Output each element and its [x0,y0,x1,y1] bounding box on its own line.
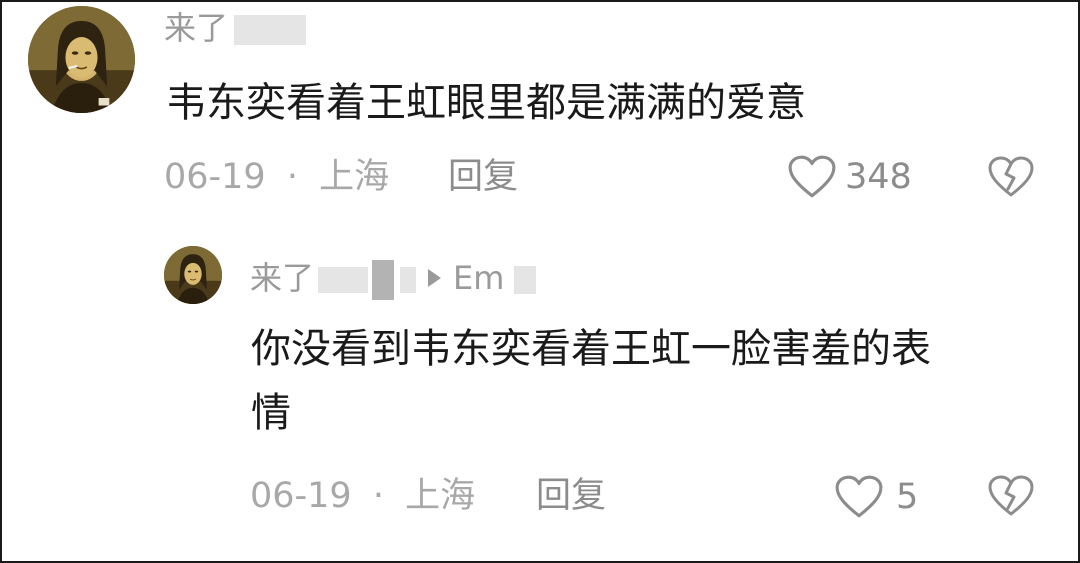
comment-date: 06-19 [164,157,266,197]
redacted-block [318,267,369,293]
comment-text: 韦东奕看着王虹眼里都是满满的爱意 [166,80,806,126]
reply-location: 上海 [405,476,476,516]
redacted-block [372,260,395,300]
like-button[interactable]: 348 [787,152,912,202]
redacted-block [400,267,417,293]
reply-reply-button[interactable]: 回复 [536,473,606,519]
dislike-button[interactable] [987,155,1035,199]
reply-text-line: 你没看到韦东奕看着王虹一脸害羞的表 [251,326,931,372]
reply-dislike-button[interactable] [987,474,1035,518]
reply-avatar[interactable] [164,246,222,304]
comment-username[interactable]: 来了 [164,8,307,48]
reply-username[interactable]: 来了 [250,259,314,297]
broken-heart-icon [988,475,1034,516]
redacted-block [234,15,307,45]
comment-location: 上海 [319,157,390,197]
reply-like-button[interactable]: 5 [834,472,918,522]
reply-text: 你没看到韦东奕看着王虹一脸害羞的表 情 [251,322,931,440]
avatar-image [164,246,222,304]
reply-username-line: 来了 Em [250,258,537,300]
redacted-block [514,266,537,294]
broken-heart-icon [988,156,1034,197]
reply-date: 06-19 [250,476,352,516]
like-count: 348 [845,157,912,197]
heart-outline-icon [788,155,836,198]
heart-outline-icon [835,475,883,518]
comment-meta: 06-19 · 上海 [164,154,389,200]
avatar-image [28,6,135,113]
reply-button[interactable]: 回复 [448,154,518,200]
reply-to-arrow-icon [428,269,442,287]
meta-separator: · [286,157,298,197]
reply-meta: 06-19 · 上海 [250,473,475,519]
meta-separator: · [372,476,384,516]
like-count: 5 [896,477,919,517]
reply-text-line: 情 [251,390,291,436]
avatar[interactable] [28,6,135,113]
username-text: 来了 [164,9,229,47]
comment-thread: 来了 韦东奕看着王虹眼里都是满满的爱意 06-19 · 上海 回复 348 来了… [0,0,1080,563]
reply-to-username[interactable]: Em [453,259,504,297]
